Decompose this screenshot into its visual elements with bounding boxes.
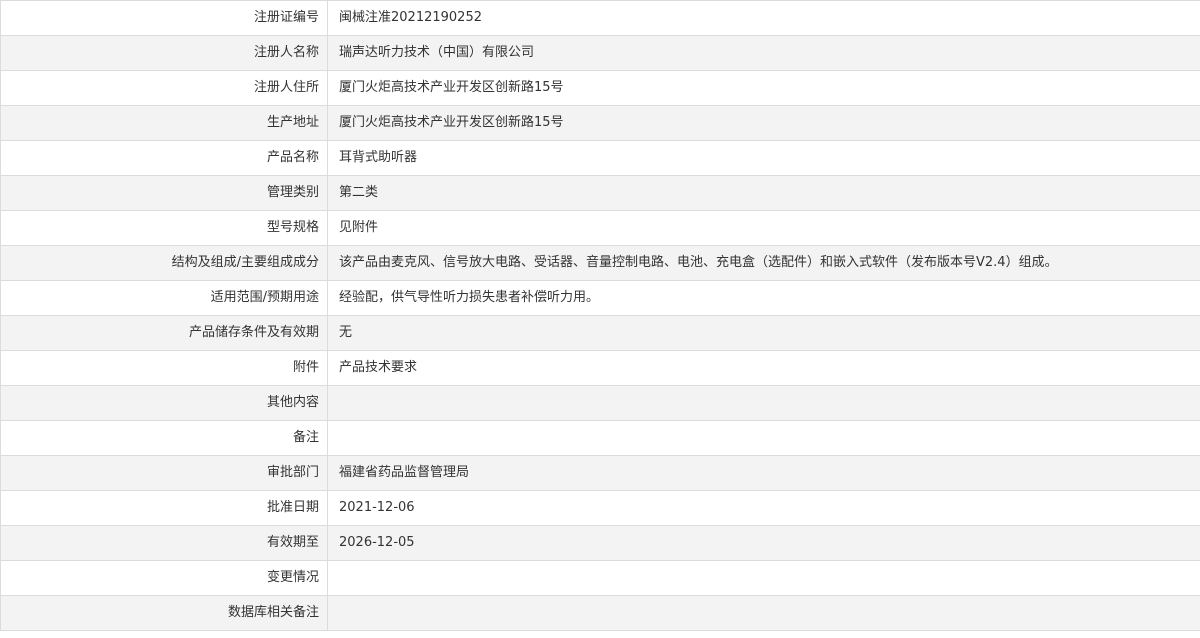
field-value (327, 385, 1200, 421)
row-attachment: 附件 产品技术要求 (0, 350, 1200, 386)
row-intended-use: 适用范围/预期用途 经验配，供气导性听力损失患者补偿听力用。 (0, 280, 1200, 316)
field-label: 备注 (0, 420, 328, 456)
row-management-category: 管理类别 第二类 (0, 175, 1200, 211)
field-label: 产品名称 (0, 140, 328, 176)
field-value: 瑞声达听力技术（中国）有限公司 (327, 35, 1200, 71)
field-value: 经验配，供气导性听力损失患者补偿听力用。 (327, 280, 1200, 316)
registration-record-table: 注册证编号 闽械注准20212190252 注册人名称 瑞声达听力技术（中国）有… (0, 0, 1200, 631)
field-label: 批准日期 (0, 490, 328, 526)
field-label: 附件 (0, 350, 328, 386)
field-label: 审批部门 (0, 455, 328, 491)
row-registrant-address: 注册人住所 厦门火炬高技术产业开发区创新路15号 (0, 70, 1200, 106)
row-other-content: 其他内容 (0, 385, 1200, 421)
field-value: 厦门火炬高技术产业开发区创新路15号 (327, 70, 1200, 106)
field-value: 无 (327, 315, 1200, 351)
row-product-name: 产品名称 耳背式助听器 (0, 140, 1200, 176)
field-label: 生产地址 (0, 105, 328, 141)
row-registration-number: 注册证编号 闽械注准20212190252 (0, 0, 1200, 36)
field-label: 变更情况 (0, 560, 328, 596)
field-label: 注册人名称 (0, 35, 328, 71)
field-label: 型号规格 (0, 210, 328, 246)
row-remarks: 备注 (0, 420, 1200, 456)
row-model-spec: 型号规格 见附件 (0, 210, 1200, 246)
field-label: 注册证编号 (0, 0, 328, 36)
row-valid-until: 有效期至 2026-12-05 (0, 525, 1200, 561)
field-value: 厦门火炬高技术产业开发区创新路15号 (327, 105, 1200, 141)
row-approval-date: 批准日期 2021-12-06 (0, 490, 1200, 526)
row-production-address: 生产地址 厦门火炬高技术产业开发区创新路15号 (0, 105, 1200, 141)
field-value: 闽械注准20212190252 (327, 0, 1200, 36)
field-value: 耳背式助听器 (327, 140, 1200, 176)
row-approval-department: 审批部门 福建省药品监督管理局 (0, 455, 1200, 491)
row-structure-composition: 结构及组成/主要组成成分 该产品由麦克风、信号放大电路、受话器、音量控制电路、电… (0, 245, 1200, 281)
field-label: 管理类别 (0, 175, 328, 211)
field-value: 产品技术要求 (327, 350, 1200, 386)
row-database-remarks: 数据库相关备注 (0, 595, 1200, 631)
field-label: 数据库相关备注 (0, 595, 328, 631)
row-storage-validity: 产品储存条件及有效期 无 (0, 315, 1200, 351)
field-value: 该产品由麦克风、信号放大电路、受话器、音量控制电路、电池、充电盒（选配件）和嵌入… (327, 245, 1200, 281)
field-label: 适用范围/预期用途 (0, 280, 328, 316)
field-label: 其他内容 (0, 385, 328, 421)
field-value: 2026-12-05 (327, 525, 1200, 561)
field-value: 2021-12-06 (327, 490, 1200, 526)
field-value (327, 420, 1200, 456)
field-value: 见附件 (327, 210, 1200, 246)
field-label: 结构及组成/主要组成成分 (0, 245, 328, 281)
field-label: 注册人住所 (0, 70, 328, 106)
field-value: 第二类 (327, 175, 1200, 211)
field-value (327, 560, 1200, 596)
field-value: 福建省药品监督管理局 (327, 455, 1200, 491)
field-label: 有效期至 (0, 525, 328, 561)
field-value (327, 595, 1200, 631)
field-label: 产品储存条件及有效期 (0, 315, 328, 351)
row-registrant-name: 注册人名称 瑞声达听力技术（中国）有限公司 (0, 35, 1200, 71)
row-change-status: 变更情况 (0, 560, 1200, 596)
